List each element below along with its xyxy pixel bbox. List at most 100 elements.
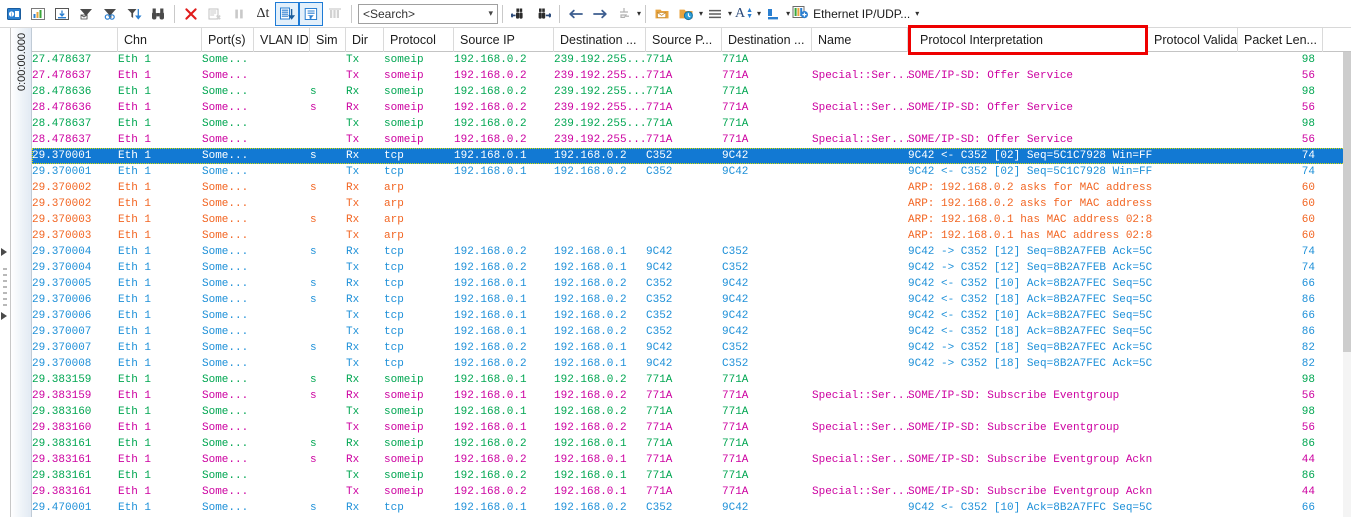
table-row[interactable]: 29.370003 Eth 1 Some... Tx arp ARP: 192.168.0…	[32, 228, 1351, 244]
table-row[interactable]: 29.383160 Eth 1 Some... Tx someip 192.168.0.1…	[32, 420, 1351, 436]
binoculars-search-icon[interactable]	[146, 2, 170, 26]
table-row[interactable]: 29.370001 Eth 1 Some... Tx tcp 192.168.0.1 192…	[32, 164, 1351, 180]
cell-interp: 9C42 -> C352 [12] Seq=8B2A7FEB Ack=5C1C7…	[908, 246, 1153, 258]
table-row[interactable]: 28.478636 Eth 1 Some... s Rx someip 192.168.0.…	[32, 100, 1351, 116]
table-row[interactable]: 29.383161 Eth 1 Some... s Rx someip 192.168.0.…	[32, 452, 1351, 468]
row-marker-triangle-icon[interactable]	[1, 248, 7, 256]
table-row[interactable]: 29.370005 Eth 1 Some... s Rx tcp 192.168.0.1 19…	[32, 276, 1351, 292]
row-spacing-dropdown[interactable]: ▾	[703, 2, 732, 26]
statistics-icon[interactable]	[26, 2, 50, 26]
packet-row-list[interactable]: 27.478637 Eth 1 Some... Tx someip 192.168.0.2…	[32, 52, 1351, 517]
column-header-dir[interactable]: Dir	[346, 28, 384, 52]
table-row[interactable]: 29.383161 Eth 1 Some... Tx someip 192.168.0.2…	[32, 484, 1351, 500]
table-row[interactable]: 29.383159 Eth 1 Some... s Rx someip 192.168.0.…	[32, 388, 1351, 404]
row-marker-gutter[interactable]	[0, 28, 11, 517]
table-row[interactable]: 28.478637 Eth 1 Some... Tx someip 192.168.0.2…	[32, 132, 1351, 148]
column-header-name[interactable]: Name	[812, 28, 908, 52]
cell-pktlen: 60	[1301, 214, 1315, 226]
sort-filter-icon[interactable]	[122, 2, 146, 26]
table-row[interactable]: 29.370003 Eth 1 Some... s Rx arp ARP: 192.168.…	[32, 212, 1351, 228]
chevron-down-icon[interactable]: ▾	[637, 9, 641, 18]
column-header-pktlen[interactable]: Packet Len...	[1238, 28, 1323, 52]
scrollbar-thumb[interactable]	[1343, 52, 1351, 352]
find-previous-icon[interactable]	[507, 2, 531, 26]
column-header-vlan[interactable]: VLAN ID	[254, 28, 310, 52]
cell-ports: Some...	[202, 358, 249, 370]
column-header-ports[interactable]: Port(s)	[202, 28, 254, 52]
cell-sim: s	[310, 438, 317, 450]
color-config-dropdown[interactable]: ▾	[761, 2, 790, 26]
cell-chn: Eth 1	[118, 438, 152, 450]
compact-view-icon[interactable]	[299, 1, 323, 26]
column-header-dstport[interactable]: Destination ...	[722, 28, 812, 52]
table-row[interactable]: 29.370002 Eth 1 Some... s Rx arp ARP: 192.168.…	[32, 180, 1351, 196]
column-header-row[interactable]: Chn Port(s) VLAN ID Sim Dir Protocol Source IP…	[32, 25, 1351, 55]
cell-ports: Some...	[202, 118, 249, 130]
row-marker-triangle-icon[interactable]	[1, 312, 7, 320]
column-header-protocol[interactable]: Protocol	[384, 28, 454, 52]
table-row[interactable]: 29.470001 Eth 1 Some... s Rx tcp 192.168.0.1 19…	[32, 500, 1351, 516]
filter-funnel-icon[interactable]	[74, 2, 98, 26]
delta-time-icon[interactable]: Δt	[251, 2, 275, 26]
protocol-selector[interactable]: Ethernet IP/UDP... ▾	[790, 4, 919, 23]
table-row[interactable]: 29.383161 Eth 1 Some... Tx someip 192.168.0.2…	[32, 468, 1351, 484]
cell-protocol: arp	[384, 198, 404, 210]
column-header-valid[interactable]: Protocol Validati...	[1148, 28, 1238, 52]
cell-dstip: 192.168.0.2	[554, 166, 627, 178]
table-row[interactable]: 28.478637 Eth 1 Some... Tx someip 192.168.0.2…	[32, 116, 1351, 132]
column-header-srcip[interactable]: Source IP	[454, 28, 554, 52]
table-row[interactable]: 29.383161 Eth 1 Some... s Rx someip 192.168.0.…	[32, 436, 1351, 452]
column-header-srcport[interactable]: Source P...	[646, 28, 722, 52]
table-row[interactable]: 29.383159 Eth 1 Some... s Rx someip 192.168.0.…	[32, 372, 1351, 388]
table-row[interactable]: 29.370007 Eth 1 Some... Tx tcp 192.168.0.1 192…	[32, 324, 1351, 340]
time-config-icon[interactable]	[674, 2, 698, 26]
vertical-scrollbar[interactable]	[1343, 52, 1351, 517]
table-row[interactable]: 29.370006 Eth 1 Some... Tx tcp 192.168.0.1 192…	[32, 308, 1351, 324]
chevron-down-icon[interactable]: ▾	[488, 8, 493, 19]
table-row[interactable]: 29.370008 Eth 1 Some... Tx tcp 192.168.0.2 192…	[32, 356, 1351, 372]
table-row[interactable]: 29.370004 Eth 1 Some... s Rx tcp 192.168.0.2 19…	[32, 244, 1351, 260]
nav-back-icon[interactable]	[564, 2, 588, 26]
clear-icon[interactable]	[179, 2, 203, 26]
table-row[interactable]: 29.370001 Eth 1 Some... s Rx tcp 192.168.0.1 19…	[32, 148, 1351, 164]
column-header-sim[interactable]: Sim	[310, 28, 346, 52]
marker-icon[interactable]	[612, 2, 636, 26]
cell-sim: s	[310, 374, 317, 386]
cell-dstip: 239.192.255...	[554, 118, 646, 130]
export-icon[interactable]	[50, 2, 74, 26]
row-spacing-icon[interactable]	[703, 2, 727, 26]
table-row[interactable]: 29.383160 Eth 1 Some... Tx someip 192.168.0.1…	[32, 404, 1351, 420]
table-row[interactable]: 27.478637 Eth 1 Some... Tx someip 192.168.0.2…	[32, 52, 1351, 68]
table-row[interactable]: 29.370002 Eth 1 Some... Tx arp ARP: 192.168.0…	[32, 196, 1351, 212]
columns-icon[interactable]	[323, 2, 347, 26]
table-row[interactable]: 27.478637 Eth 1 Some... Tx someip 192.168.0.2…	[32, 68, 1351, 84]
filter-remove-icon[interactable]	[98, 2, 122, 26]
color-config-icon[interactable]	[761, 2, 785, 26]
column-header-dstip[interactable]: Destination ...	[554, 28, 646, 52]
cell-time: 29.370001	[32, 166, 92, 178]
table-row[interactable]: 29.370004 Eth 1 Some... Tx tcp 192.168.0.2 192…	[32, 260, 1351, 276]
table-row[interactable]: 29.370006 Eth 1 Some... s Rx tcp 192.168.0.1 19…	[32, 292, 1351, 308]
font-size-dropdown[interactable]: A ▲ ▼ ▾	[732, 2, 761, 26]
find-next-icon[interactable]	[531, 2, 555, 26]
table-row[interactable]: 28.478636 Eth 1 Some... s Rx someip 192.168.0.…	[32, 84, 1351, 100]
cell-time: 29.383161	[32, 486, 92, 498]
chevron-down-icon[interactable]: ▾	[915, 9, 919, 18]
search-input[interactable]: <Search> ▾	[358, 3, 498, 24]
table-row[interactable]: 29.370007 Eth 1 Some... s Rx tcp 192.168.0.2 19…	[32, 340, 1351, 356]
column-header-time[interactable]	[32, 28, 118, 52]
font-size-icon[interactable]: A ▲ ▼	[732, 2, 756, 26]
cell-dstip: 192.168.0.1	[554, 262, 627, 274]
cell-protocol: someip	[384, 86, 424, 98]
measurement-setup-icon[interactable]: i	[2, 2, 26, 26]
pause-icon[interactable]	[227, 2, 251, 26]
time-config-dropdown[interactable]: ▾	[674, 2, 703, 26]
column-header-interp[interactable]: Protocol Interpretation	[908, 25, 1148, 55]
clear-list-icon[interactable]	[203, 2, 227, 26]
nav-forward-icon[interactable]	[588, 2, 612, 26]
open-folder-icon[interactable]	[650, 2, 674, 26]
scroll-to-end-icon[interactable]	[275, 1, 299, 26]
cell-srcport: 9C42	[646, 246, 673, 258]
column-header-chn[interactable]: Chn	[118, 28, 202, 52]
marker-dropdown[interactable]: ▾	[612, 2, 641, 26]
